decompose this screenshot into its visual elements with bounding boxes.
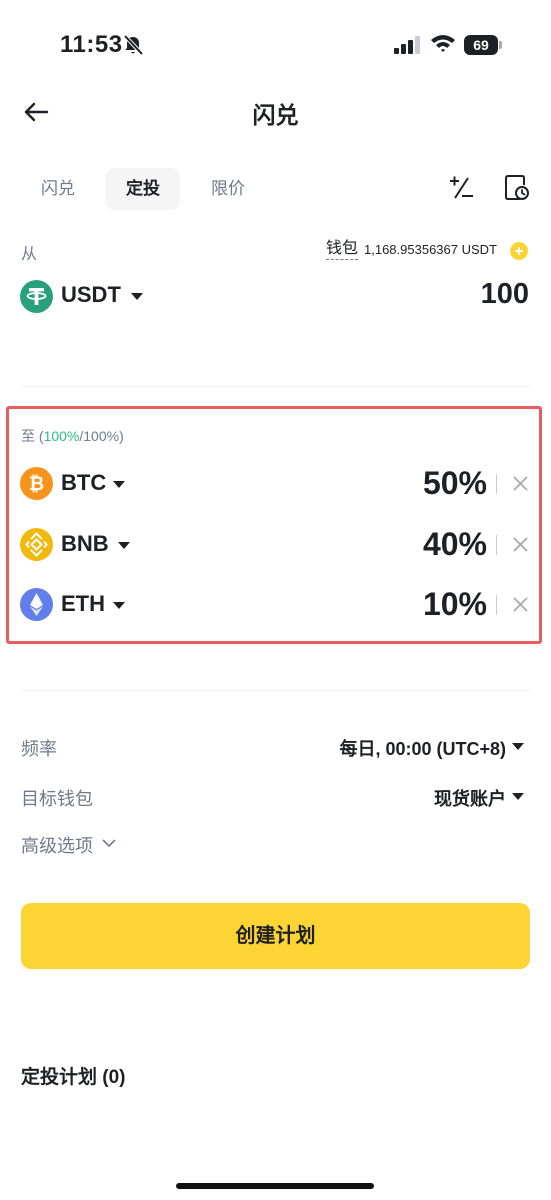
- divider: [22, 690, 530, 691]
- wallet-label[interactable]: 钱包: [326, 239, 359, 260]
- bnb-caret-icon[interactable]: [118, 542, 130, 549]
- svg-text:₿: ₿: [29, 474, 44, 495]
- bell-muted-icon: [123, 34, 144, 56]
- from-coin-selector[interactable]: USDT: [61, 282, 121, 308]
- usdt-coin-icon: [20, 280, 53, 313]
- tab-limit[interactable]: 限价: [196, 168, 260, 210]
- wallet-balance: 1,168.95356367 USDT: [364, 242, 497, 257]
- history-document-icon[interactable]: [502, 173, 532, 203]
- status-time: 11:53: [60, 31, 123, 58]
- to-label: 至 (100%/100%): [21, 428, 124, 444]
- remove-eth-close-icon[interactable]: [512, 596, 529, 613]
- plus-minus-icon[interactable]: [446, 173, 476, 203]
- eth-percent-input[interactable]: 10%: [423, 586, 487, 623]
- frequency-label: 频率: [21, 739, 57, 759]
- tab-recurring[interactable]: 定投: [106, 168, 180, 210]
- recurring-plans-title: 定投计划 (0): [21, 1067, 126, 1088]
- page-title: 闪兑: [252, 102, 299, 128]
- add-funds-icon[interactable]: [510, 242, 528, 260]
- frequency-caret-icon[interactable]: [512, 743, 524, 750]
- chevron-down-icon[interactable]: [101, 837, 117, 849]
- btc-percent-input[interactable]: 50%: [423, 465, 487, 502]
- home-indicator[interactable]: [176, 1183, 374, 1189]
- allocated-percent: 100%: [43, 428, 80, 444]
- eth-caret-icon[interactable]: [113, 602, 125, 609]
- allocation-row-bnb: BNB 40%: [0, 525, 551, 565]
- bnb-percent-input[interactable]: 40%: [423, 526, 487, 563]
- allocation-row-eth: ETH 10%: [0, 585, 551, 625]
- wifi-icon: [431, 35, 455, 52]
- eth-coin-icon: [20, 588, 53, 621]
- create-plan-button[interactable]: 创建计划: [21, 903, 530, 969]
- btc-coin-icon: ₿: [20, 467, 53, 500]
- btc-caret-icon[interactable]: [113, 481, 125, 488]
- target-wallet-label: 目标钱包: [21, 789, 93, 809]
- remove-bnb-close-icon[interactable]: [512, 536, 529, 553]
- frequency-selector[interactable]: 每日, 00:00 (UTC+8): [339, 735, 506, 761]
- battery-icon: 69: [464, 35, 502, 55]
- tab-convert[interactable]: 闪兑: [30, 168, 86, 210]
- bnb-coin-selector[interactable]: BNB: [61, 531, 109, 557]
- from-coin-caret-icon[interactable]: [131, 293, 143, 300]
- status-bar: 11:53 69: [0, 0, 551, 90]
- allocation-row-btc: ₿ BTC 50%: [0, 464, 551, 504]
- battery-level: 69: [464, 35, 498, 55]
- from-amount-input[interactable]: 100: [481, 278, 529, 311]
- bnb-coin-icon: [20, 528, 53, 561]
- from-label: 从: [21, 246, 38, 263]
- cellular-signal-icon: [394, 36, 420, 54]
- remove-btc-close-icon[interactable]: [512, 475, 529, 492]
- divider: [22, 386, 530, 387]
- eth-coin-selector[interactable]: ETH: [61, 591, 105, 617]
- target-wallet-caret-icon[interactable]: [512, 793, 524, 800]
- advanced-options-toggle[interactable]: 高级选项: [21, 832, 93, 858]
- target-wallet-selector[interactable]: 现货账户: [434, 785, 506, 811]
- btc-coin-selector[interactable]: BTC: [61, 470, 106, 496]
